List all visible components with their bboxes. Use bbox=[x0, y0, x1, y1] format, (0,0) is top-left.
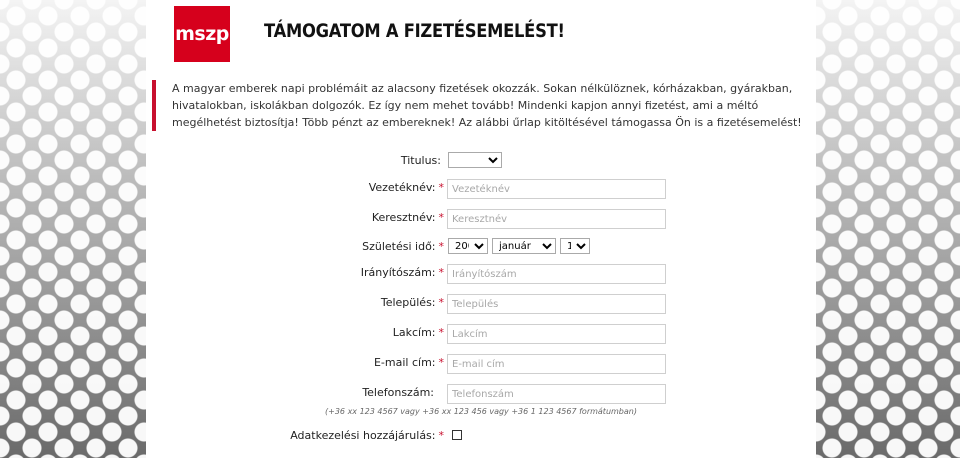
telepules-row: Település: * bbox=[146, 294, 816, 314]
required-mark: * bbox=[438, 181, 445, 194]
szuletesi-ido-label: Születési idő: * bbox=[362, 240, 444, 253]
szuletesi-ido-row: Születési idő: * 2001 január 1 bbox=[146, 238, 816, 258]
telepules-input[interactable] bbox=[447, 294, 666, 314]
logo-text: mszp bbox=[175, 23, 229, 45]
birth-year-select[interactable]: 2001 bbox=[448, 238, 488, 254]
titulus-select[interactable] bbox=[448, 152, 502, 168]
required-mark: * bbox=[438, 211, 445, 224]
telepules-label: Település: * bbox=[380, 296, 445, 309]
mszp-logo: mszp bbox=[174, 6, 230, 62]
lakcim-label: Lakcím: * bbox=[392, 326, 445, 339]
keresztnev-input[interactable] bbox=[447, 209, 666, 229]
keresztnev-label: Keresztnév: * bbox=[371, 211, 445, 224]
adatkezeles-row: Adatkezelési hozzájárulás: * bbox=[146, 427, 816, 447]
email-label: E-mail cím: * bbox=[373, 356, 445, 369]
intro-text: A magyar emberek napi problémáit az alac… bbox=[152, 80, 806, 131]
email-input[interactable] bbox=[447, 354, 666, 374]
required-mark: * bbox=[438, 326, 445, 339]
adatkezeles-checkbox[interactable] bbox=[452, 430, 462, 440]
email-row: E-mail cím: * bbox=[146, 354, 816, 374]
form-panel: mszp TÁMOGATOM A FIZETÉSEMELÉST! A magya… bbox=[146, 0, 816, 458]
iranyitoszam-row: Irányítószám: * bbox=[146, 264, 816, 284]
telefon-row: Telefonszám: bbox=[146, 384, 816, 404]
titulus-label: Titulus: bbox=[400, 154, 441, 167]
iranyitoszam-input[interactable] bbox=[447, 264, 666, 284]
birth-month-select[interactable]: január bbox=[492, 238, 556, 254]
vezeteknev-label: Vezetéknév: * bbox=[368, 181, 445, 194]
required-mark: * bbox=[438, 240, 445, 253]
required-mark: * bbox=[438, 429, 445, 442]
telefon-input[interactable] bbox=[447, 384, 666, 404]
iranyitoszam-label: Irányítószám: * bbox=[360, 266, 445, 279]
vezeteknev-row: Vezetéknév: * bbox=[146, 179, 816, 199]
lakcim-row: Lakcím: * bbox=[146, 324, 816, 344]
birth-day-select[interactable]: 1 bbox=[560, 238, 590, 254]
lakcim-input[interactable] bbox=[447, 324, 666, 344]
adatkezeles-label: Adatkezelési hozzájárulás: * bbox=[290, 429, 444, 442]
keresztnev-row: Keresztnév: * bbox=[146, 209, 816, 229]
required-mark: * bbox=[438, 296, 445, 309]
required-mark: * bbox=[438, 356, 445, 369]
required-mark: * bbox=[438, 266, 445, 279]
page-title: TÁMOGATOM A FIZETÉSEMELÉST! bbox=[264, 20, 565, 42]
telefon-format-hint: (+36 xx 123 4567 vagy +36 xx 123 456 vag… bbox=[325, 407, 637, 416]
vezeteknev-input[interactable] bbox=[447, 179, 666, 199]
titulus-row: Titulus: bbox=[146, 152, 816, 172]
telefon-label: Telefonszám: bbox=[362, 386, 434, 399]
